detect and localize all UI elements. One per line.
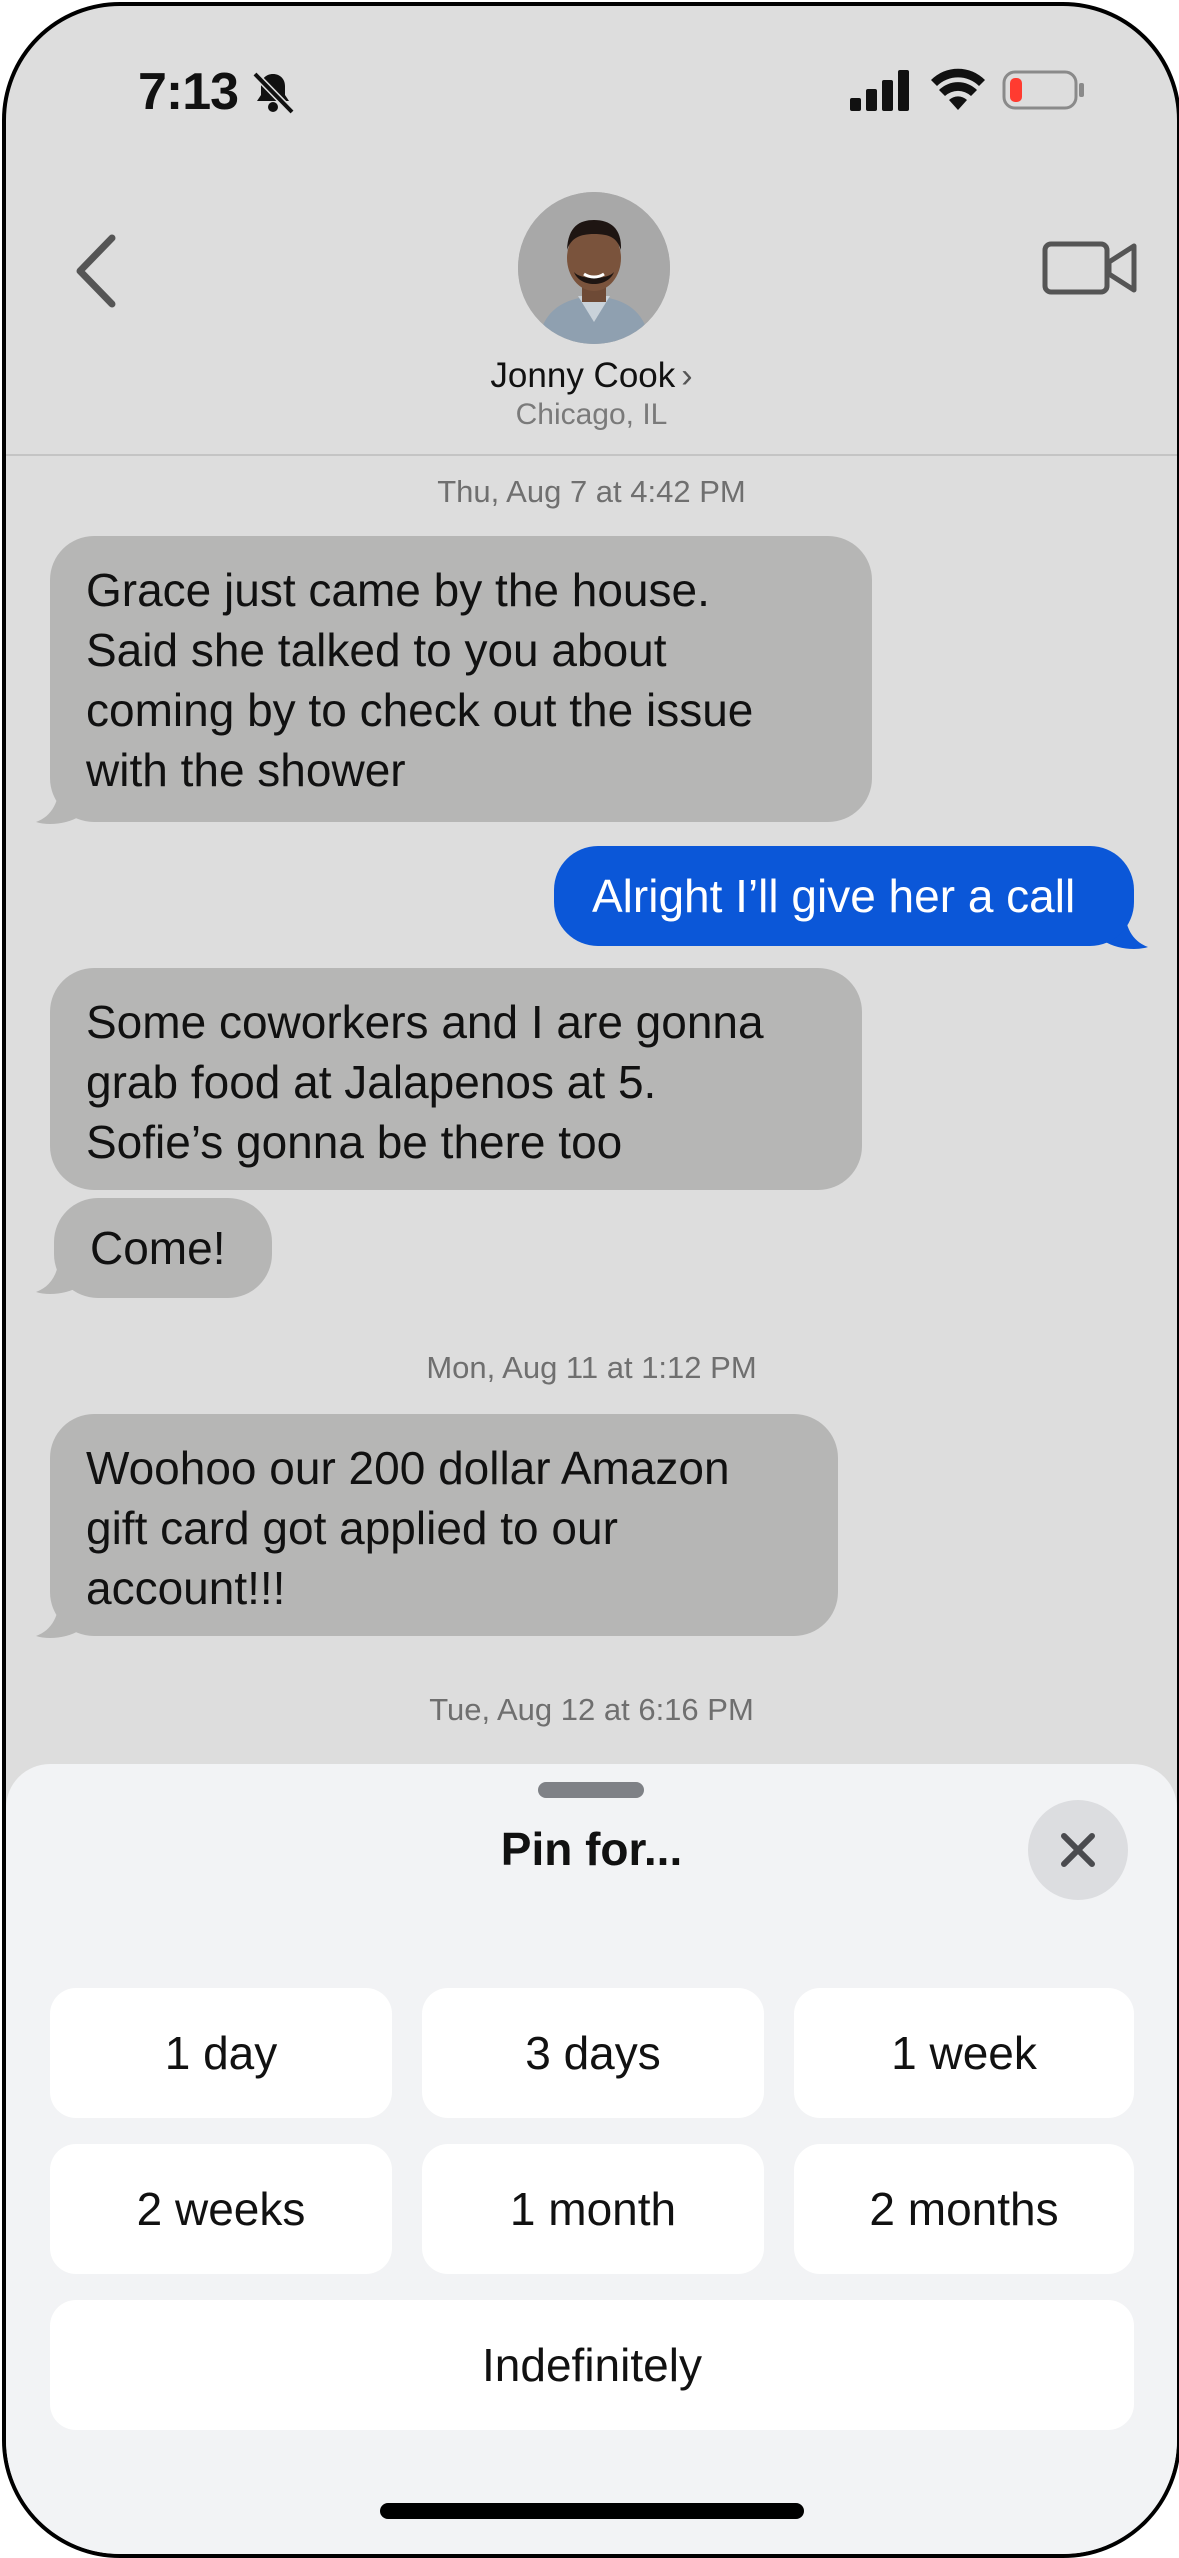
battery-low-icon: [1002, 70, 1084, 110]
message-line: Come!: [90, 1222, 226, 1274]
video-camera-icon[interactable]: [1042, 236, 1138, 300]
timestamp: Mon, Aug 11 at 1:12 PM: [426, 1350, 757, 1385]
message-line: coming by to check out the issue: [86, 684, 754, 736]
close-button[interactable]: [1028, 1800, 1128, 1900]
message-line: grab food at Jalapenos at 5.: [86, 1056, 657, 1108]
status-time: 7:13: [138, 63, 239, 121]
sheet-title: Pin for...: [500, 1823, 683, 1875]
option-2-months[interactable]: 2 months: [794, 2144, 1134, 2274]
message-line: Some coworkers and I are gonna: [86, 996, 764, 1048]
contact-location: Chicago, IL: [515, 398, 668, 431]
message-line: Woohoo our 200 dollar Amazon: [86, 1442, 730, 1494]
message-line: with the shower: [86, 744, 406, 796]
pin-sheet: Pin for... 1 day 3 days 1 week 2 weeks 1…: [6, 1764, 1177, 2554]
bell-slash-icon: [252, 71, 295, 115]
header-divider: [6, 454, 1177, 456]
timestamp: Thu, Aug 7 at 4:42 PM: [437, 474, 746, 509]
option-1-month[interactable]: 1 month: [422, 2144, 764, 2274]
message-bubble-incoming[interactable]: Some coworkers and I are gonna grab food…: [50, 968, 862, 1190]
wifi-icon: [931, 68, 985, 110]
contact-name[interactable]: Jonny Cook ›: [6, 356, 1177, 396]
message-bubble-outgoing[interactable]: Alright I’ll give her a call: [554, 846, 1134, 946]
message-line: Grace just came by the house.: [86, 564, 710, 616]
message-line: gift card got applied to our: [86, 1502, 618, 1554]
chevron-right-icon: ›: [681, 357, 693, 395]
option-1-day[interactable]: 1 day: [50, 1988, 392, 2118]
avatar[interactable]: [518, 192, 670, 344]
option-3-days[interactable]: 3 days: [422, 1988, 764, 2118]
chevron-left-icon[interactable]: [66, 226, 136, 316]
contact-name-label: Jonny Cook: [490, 356, 676, 395]
message-bubble-incoming[interactable]: Grace just came by the house. Said she t…: [50, 536, 872, 822]
message-bubble-incoming[interactable]: Come!: [54, 1198, 272, 1298]
message-bubble-incoming[interactable]: Woohoo our 200 dollar Amazon gift card g…: [50, 1414, 838, 1636]
message-line: Said she talked to you about: [86, 624, 667, 676]
option-1-week[interactable]: 1 week: [794, 1988, 1134, 2118]
sheet-grabber[interactable]: [538, 1782, 644, 1798]
message-line: account!!!: [86, 1562, 286, 1614]
home-indicator[interactable]: [380, 2503, 804, 2519]
option-indefinitely[interactable]: Indefinitely: [50, 2300, 1134, 2430]
message-line: Alright I’ll give her a call: [592, 870, 1076, 922]
phone-frame: 7:13 Jonny Cook › Chicago, IL Thu, Aug 7…: [2, 2, 1179, 2558]
timestamp: Tue, Aug 12 at 6:16 PM: [429, 1692, 754, 1727]
option-2-weeks[interactable]: 2 weeks: [50, 2144, 392, 2274]
close-icon: [1061, 1833, 1095, 1867]
message-line: Sofie’s gonna be there too: [86, 1116, 623, 1168]
cellular-signal-icon: [850, 70, 909, 111]
